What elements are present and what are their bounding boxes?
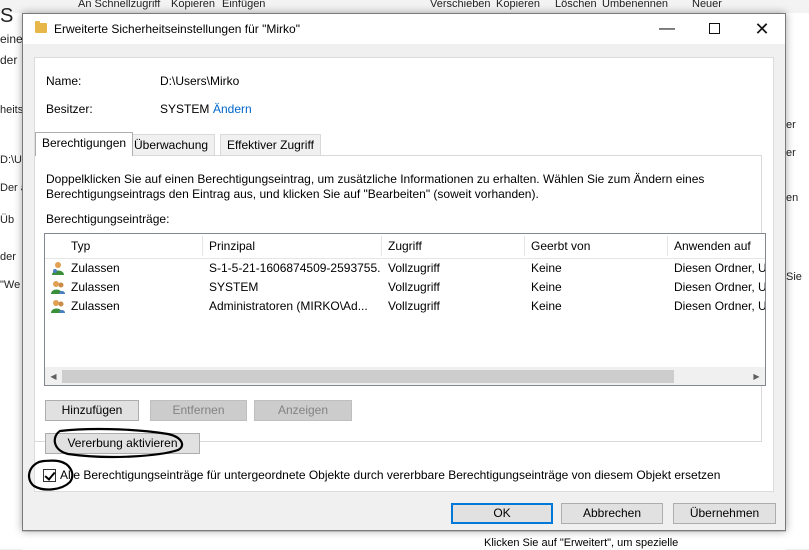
bg-fragment: en: [786, 192, 799, 204]
minimize-button[interactable]: —: [644, 14, 690, 44]
owner-label: Besitzer:: [46, 102, 93, 116]
change-owner-link[interactable]: Ändern: [213, 102, 252, 116]
table-row[interactable]: Zulassen Administratoren (MIRKO\Ad... Vo…: [45, 297, 765, 316]
bg-fragment: Sie: [786, 271, 802, 283]
users-icon: [51, 300, 65, 313]
cell-applies: Diesen Ordner, Ur: [674, 280, 765, 294]
tab-effective-access[interactable]: Effektiver Zugriff: [220, 134, 321, 156]
column-principal[interactable]: Prinzipal: [203, 234, 382, 258]
table-row[interactable]: Zulassen S-1-5-21-1606874509-2593755... …: [45, 259, 765, 278]
remove-button[interactable]: Entfernen: [150, 400, 247, 421]
cell-access: Vollzugriff: [388, 280, 440, 294]
background-right-pane: er er en Sie: [786, 13, 809, 549]
bg-fragment: er: [786, 119, 796, 131]
cancel-button[interactable]: Abbrechen: [561, 503, 663, 524]
cell-principal: SYSTEM: [209, 280, 259, 294]
bg-hint-text: Klicken Sie auf "Erweitert", um speziell…: [484, 537, 679, 549]
list-header: Typ Prinzipal Zugriff Geerbt von Anwende…: [45, 234, 765, 259]
ribbon-rename[interactable]: Umbenennen: [602, 0, 668, 10]
ribbon-copy[interactable]: Kopieren: [171, 0, 215, 10]
instructions-line-2: Berechtigungseintrags den Eintrag aus, u…: [46, 187, 539, 201]
cell-type: Zulassen: [71, 299, 120, 313]
name-label: Name:: [46, 74, 82, 88]
entries-label: Berechtigungseinträge:: [46, 212, 170, 226]
users-icon: [51, 281, 65, 294]
bg-fragment: der: [0, 251, 16, 263]
name-value: D:\Users\Mirko: [160, 74, 240, 88]
enable-inheritance-button[interactable]: Vererbung aktivieren: [45, 433, 200, 454]
replace-child-permissions-checkbox[interactable]: [43, 469, 56, 482]
bg-fragment: er: [786, 147, 796, 159]
scroll-right-arrow-icon[interactable]: ▶: [748, 368, 765, 385]
cell-type: Zulassen: [71, 280, 120, 294]
cell-applies: Diesen Ordner, Ur: [674, 261, 765, 275]
background-bottom-pane: Klicken Sie auf "Erweitert", um speziell…: [22, 531, 786, 550]
cell-type: Zulassen: [71, 261, 120, 275]
cell-inherited: Keine: [531, 261, 562, 275]
bg-fragment: der: [0, 53, 18, 67]
ribbon-new[interactable]: Neuer: [692, 0, 722, 10]
table-row[interactable]: Zulassen SYSTEM Vollzugriff Keine Diesen…: [45, 278, 765, 297]
bg-fragment: Üb: [0, 214, 15, 226]
cell-principal: S-1-5-21-1606874509-2593755...: [209, 261, 381, 275]
ribbon-copy-to[interactable]: Kopieren: [496, 0, 540, 10]
column-type[interactable]: Typ: [65, 234, 203, 258]
scroll-left-arrow-icon[interactable]: ◀: [45, 368, 62, 385]
ribbon-delete[interactable]: Löschen: [555, 0, 597, 10]
minimize-icon: —: [659, 20, 675, 37]
column-access[interactable]: Zugriff: [382, 234, 525, 258]
column-inherited-from[interactable]: Geerbt von: [525, 234, 668, 258]
cell-inherited: Keine: [531, 299, 562, 313]
dialog-title: Erweiterte Sicherheitseinstellungen für …: [54, 22, 300, 36]
bg-fragment: S: [0, 5, 14, 27]
close-icon: ✕: [754, 19, 770, 39]
folder-icon: [35, 21, 47, 33]
horizontal-scrollbar[interactable]: ◀ ▶: [45, 367, 765, 385]
scrollbar-thumb[interactable]: [62, 370, 674, 383]
maximize-icon: [708, 23, 720, 35]
tab-permissions[interactable]: Berechtigungen: [35, 132, 134, 156]
column-applies-to[interactable]: Anwenden auf: [668, 234, 765, 258]
add-button[interactable]: Hinzufügen: [45, 400, 139, 421]
bg-fragment: "We: [0, 279, 21, 291]
replace-child-permissions-label[interactable]: Alle Berechtigungseinträge für untergeor…: [60, 468, 720, 482]
bg-fragment: D:\U: [0, 154, 22, 166]
ribbon-move[interactable]: Verschieben: [430, 0, 491, 10]
tab-auditing[interactable]: Überwachung: [127, 134, 216, 156]
user-icon: [52, 262, 64, 275]
apply-button[interactable]: Übernehmen: [673, 503, 776, 524]
cell-access: Vollzugriff: [388, 261, 440, 275]
cell-access: Vollzugriff: [388, 299, 440, 313]
close-button[interactable]: ✕: [739, 14, 785, 44]
title-bar[interactable]: Erweiterte Sicherheitseinstellungen für …: [23, 14, 785, 44]
ribbon-paste[interactable]: Einfügen: [222, 0, 265, 10]
maximize-button[interactable]: [691, 14, 737, 44]
cell-applies: Diesen Ordner, Ur: [674, 299, 765, 313]
instructions-line-1: Doppelklicken Sie auf einen Berechtigung…: [46, 172, 705, 186]
bg-fragment: eine: [0, 32, 23, 46]
cell-principal: Administratoren (MIRKO\Ad...: [209, 299, 368, 313]
ribbon-pin-quickaccess[interactable]: An Schnellzugriff: [78, 0, 160, 10]
background-ribbon: An Schnellzugriff Kopieren Einfügen Vers…: [0, 0, 809, 14]
bg-fragment: heits: [0, 104, 24, 116]
ok-button[interactable]: OK: [451, 503, 553, 524]
advanced-security-dialog: Erweiterte Sicherheitseinstellungen für …: [22, 13, 786, 531]
cell-inherited: Keine: [531, 280, 562, 294]
owner-value: SYSTEM: [160, 102, 210, 116]
permission-entries-list[interactable]: Typ Prinzipal Zugriff Geerbt von Anwende…: [44, 233, 766, 386]
background-left-pane: S eine der heits D:\U Der a Üb der "We: [0, 5, 27, 549]
view-button[interactable]: Anzeigen: [254, 400, 352, 421]
